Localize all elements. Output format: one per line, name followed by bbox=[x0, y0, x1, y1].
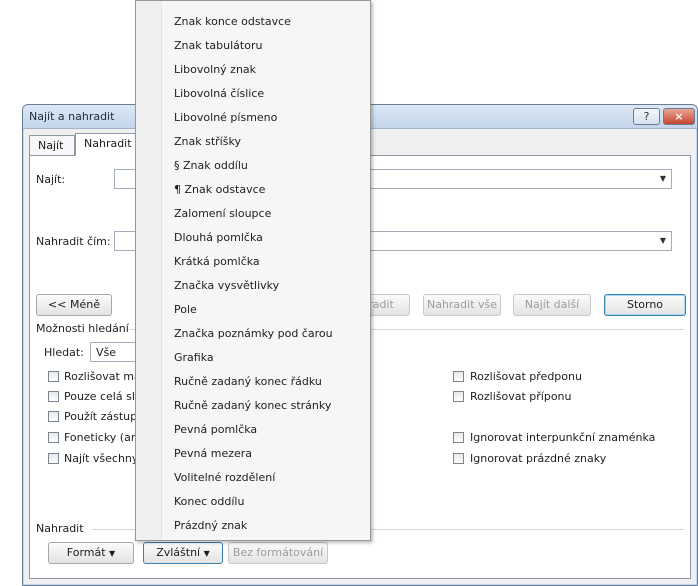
dialog-title: Najít a nahradit bbox=[29, 110, 115, 123]
search-label: Hledat: bbox=[44, 346, 84, 359]
menu-item[interactable]: Krátká pomlčka bbox=[174, 255, 260, 268]
word-forms-checkbox[interactable] bbox=[48, 453, 59, 464]
search-direction-value: Vše bbox=[96, 346, 117, 359]
menu-item[interactable]: ¶ Znak odstavce bbox=[174, 183, 265, 196]
tab-find[interactable]: Najít bbox=[29, 135, 75, 155]
match-suffix-label: Rozlišovat příponu bbox=[470, 390, 572, 403]
wildcards-checkbox[interactable] bbox=[48, 411, 59, 422]
chevron-down-icon[interactable]: ▼ bbox=[655, 170, 671, 188]
special-characters-menu: Znak konce odstavce Znak tabulátoru Libo… bbox=[135, 0, 371, 541]
chevron-down-icon: ▼ bbox=[203, 549, 210, 558]
menu-item[interactable]: Značka poznámky pod čarou bbox=[174, 327, 333, 340]
special-button-label: Zvláštní bbox=[156, 546, 201, 559]
menu-item[interactable]: Ručně zadaný konec stránky bbox=[174, 399, 331, 412]
sounds-like-checkbox[interactable] bbox=[48, 432, 59, 443]
menu-item[interactable]: Konec oddílu bbox=[174, 495, 244, 508]
help-button[interactable]: ? bbox=[633, 108, 660, 125]
menu-item[interactable]: § Znak oddílu bbox=[174, 159, 248, 172]
format-button-label: Formát bbox=[66, 546, 106, 559]
find-next-button[interactable]: Najít další bbox=[513, 294, 591, 316]
match-suffix-checkbox[interactable] bbox=[453, 391, 464, 402]
replace-all-button[interactable]: Nahradit vše bbox=[423, 294, 501, 316]
menu-item[interactable]: Znak konce odstavce bbox=[174, 15, 291, 28]
ignore-punctuation-checkbox[interactable] bbox=[453, 432, 464, 443]
ignore-punctuation-label: Ignorovat interpunkční znaménka bbox=[470, 431, 656, 444]
menu-item[interactable]: Prázdný znak bbox=[174, 519, 247, 532]
format-button[interactable]: Formát ▼ bbox=[48, 542, 134, 564]
ignore-whitespace-label: Ignorovat prázdné znaky bbox=[470, 452, 607, 465]
menu-item[interactable]: Grafika bbox=[174, 351, 214, 364]
menu-item[interactable]: Značka vysvětlivky bbox=[174, 279, 279, 292]
replace-label: Nahradit čím: bbox=[36, 235, 111, 248]
cancel-button[interactable]: Storno bbox=[604, 294, 686, 316]
menu-item[interactable]: Znak tabulátoru bbox=[174, 39, 262, 52]
ignore-whitespace-checkbox[interactable] bbox=[453, 453, 464, 464]
find-label: Najít: bbox=[36, 173, 66, 186]
chevron-down-icon: ▼ bbox=[109, 549, 116, 558]
menu-item[interactable]: Zalomení sloupce bbox=[174, 207, 271, 220]
chevron-down-icon[interactable]: ▼ bbox=[655, 232, 671, 250]
whole-words-checkbox[interactable] bbox=[48, 391, 59, 402]
match-prefix-checkbox[interactable] bbox=[453, 371, 464, 382]
replace-section-label: Nahradit bbox=[36, 522, 84, 535]
menu-item[interactable]: Znak stříšky bbox=[174, 135, 241, 148]
menu-item[interactable]: Volitelné rozdělení bbox=[174, 471, 275, 484]
menu-item[interactable]: Libovolné písmeno bbox=[174, 111, 277, 124]
less-button[interactable]: << Méně bbox=[36, 294, 112, 316]
no-formatting-button[interactable]: Bez formátování bbox=[228, 542, 328, 564]
menu-gutter bbox=[136, 1, 162, 540]
menu-item[interactable]: Dlouhá pomlčka bbox=[174, 231, 263, 244]
special-button[interactable]: Zvláštní ▼ bbox=[143, 542, 223, 564]
match-case-checkbox[interactable] bbox=[48, 371, 59, 382]
menu-item[interactable]: Pevná mezera bbox=[174, 447, 252, 460]
menu-item[interactable]: Pole bbox=[174, 303, 197, 316]
search-options-label: Možnosti hledání bbox=[36, 322, 129, 335]
menu-item[interactable]: Libovolná číslice bbox=[174, 87, 264, 100]
close-button[interactable]: × bbox=[663, 108, 695, 125]
menu-item[interactable]: Ručně zadaný konec řádku bbox=[174, 375, 322, 388]
match-prefix-label: Rozlišovat předponu bbox=[470, 370, 582, 383]
menu-item[interactable]: Libovolný znak bbox=[174, 63, 256, 76]
menu-item[interactable]: Pevná pomlčka bbox=[174, 423, 257, 436]
